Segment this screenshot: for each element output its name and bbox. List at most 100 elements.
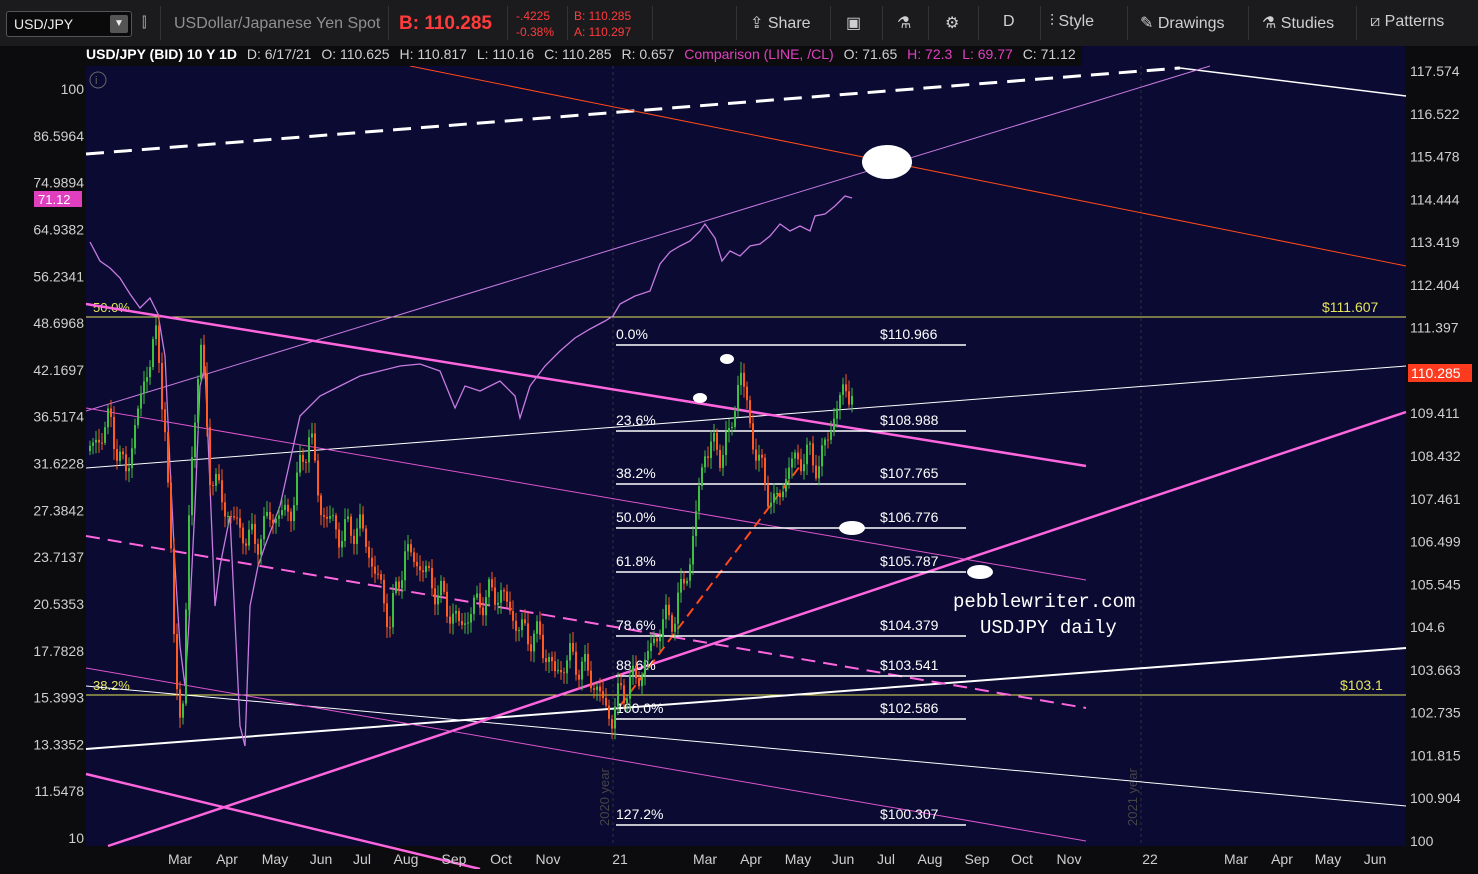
chart-title: USD/JPY (BID) 10 Y 1D <box>86 46 237 62</box>
cmp-close: C: 71.12 <box>1022 46 1076 62</box>
change-values: -.4225 -0.38% <box>516 8 554 40</box>
candle-body <box>461 621 463 625</box>
candle-body <box>293 505 295 522</box>
symbol-description: USDollar/Japanese Yen Spot <box>174 15 381 32</box>
candle-body <box>470 614 472 623</box>
candle-body <box>491 579 493 588</box>
candle-body <box>707 456 709 458</box>
x-axis-tick: Aug <box>394 851 419 867</box>
candle-body <box>158 325 160 364</box>
ask-small: A: 110.297 <box>574 25 632 39</box>
drawings-button[interactable]: ✎ Drawings <box>1140 13 1225 33</box>
candle-body <box>761 454 763 458</box>
candle-body <box>431 567 433 589</box>
timeframe-button[interactable]: D <box>1003 13 1015 31</box>
toolbar: USD/JPY ▼ ⫿ USDollar/Japanese Yen Spot B… <box>0 0 1478 47</box>
candle-body <box>371 557 373 567</box>
x-axis-tick: Mar <box>168 851 192 867</box>
link-icon[interactable]: ⫿ <box>142 14 146 31</box>
pencil-icon: ✎ <box>1140 15 1154 32</box>
candle-body <box>230 516 232 518</box>
candle-body <box>710 441 712 458</box>
x-axis-tick: Aug <box>918 851 943 867</box>
candle-body <box>782 491 784 498</box>
header-low: L: 110.16 <box>476 46 535 62</box>
divider <box>567 6 568 40</box>
candle-body <box>821 445 823 467</box>
candle-body <box>407 544 409 552</box>
candle-body <box>266 512 268 517</box>
candle-body <box>311 433 313 438</box>
candle-body <box>206 373 208 428</box>
candle-body <box>548 657 550 663</box>
left-axis-tick: 36.5174 <box>33 409 84 425</box>
studies-button[interactable]: ⚗ Studies <box>1262 13 1334 33</box>
left-axis-tick: 42.1697 <box>33 362 84 378</box>
fib-level-price: $108.988 <box>880 412 939 428</box>
divider <box>507 6 508 40</box>
bid-price: B: 110.285 <box>399 13 492 34</box>
candle-body <box>653 638 655 644</box>
candle-body <box>329 516 331 519</box>
candle-body <box>263 516 265 540</box>
x-axis-tick: Oct <box>1011 851 1033 867</box>
fib-level-price: $105.787 <box>880 553 939 569</box>
candle-body <box>758 454 760 461</box>
candle-body <box>767 484 769 507</box>
gear-icon[interactable]: ⚙ <box>945 13 959 33</box>
right-axis-tick: 105.545 <box>1410 576 1461 592</box>
x-axis-tick: 22 <box>1142 851 1158 867</box>
candle-body <box>512 611 514 621</box>
candle-body <box>830 431 832 440</box>
candle-body <box>815 465 817 479</box>
right-axis-tick: 106.499 <box>1410 534 1461 550</box>
candle-body <box>392 593 394 628</box>
candle-body <box>701 467 703 487</box>
candle-body <box>620 683 622 686</box>
symbol-selector[interactable]: USD/JPY ▼ <box>6 11 132 37</box>
share-button[interactable]: ⇪ Share <box>750 13 811 33</box>
chart-settings-icon[interactable]: ▣ <box>846 13 861 33</box>
candle-body <box>116 449 118 461</box>
right-axis-tick: 101.815 <box>1410 747 1461 763</box>
header-range: R: 0.657 <box>621 46 675 62</box>
chart-area[interactable]: 2020 year 2021 year 50.0% $111.607 38.2%… <box>0 46 1478 874</box>
patterns-label: Patterns <box>1384 13 1445 30</box>
level-lower-left-label: 38.2% <box>93 678 130 693</box>
left-axis-tick: 48.6968 <box>33 315 84 331</box>
patterns-button[interactable]: ⧄ Patterns <box>1370 13 1444 31</box>
candle-body <box>734 411 736 427</box>
candle-body <box>137 408 139 426</box>
price-chart[interactable]: 2020 year 2021 year 50.0% $111.607 38.2%… <box>0 46 1478 871</box>
candle-body <box>668 604 670 616</box>
style-button[interactable]: ⫶ Style <box>1050 13 1094 31</box>
candle-body <box>224 502 226 517</box>
candle-body <box>161 363 163 410</box>
chevron-down-icon[interactable]: ▼ <box>110 15 128 33</box>
x-axis-tick: May <box>1315 851 1341 867</box>
fib-level-price: $107.765 <box>880 465 939 481</box>
candle-body <box>233 516 235 518</box>
flask-icon[interactable]: ⚗ <box>897 13 911 33</box>
candle-body <box>458 611 460 622</box>
comparison-value-text: 71.12 <box>38 192 71 207</box>
candle-body <box>581 661 583 680</box>
candle-body <box>722 455 724 468</box>
candle-body <box>800 459 802 472</box>
fib-level-pct: 61.8% <box>616 553 656 569</box>
candle-body <box>284 504 286 511</box>
candle-body <box>338 529 340 548</box>
candle-body <box>626 698 628 704</box>
candle-body <box>737 385 739 412</box>
x-axis-tick: Nov <box>1057 851 1082 867</box>
style-label: Style <box>1058 13 1095 30</box>
candle-body <box>494 587 496 605</box>
candle-body <box>539 621 541 635</box>
candles-icon: ⫶ <box>1050 13 1055 30</box>
candle-body <box>221 480 223 503</box>
fib-level-pct: 50.0% <box>616 509 656 525</box>
candle-body <box>416 561 418 567</box>
candle-body <box>119 451 121 461</box>
candle-body <box>176 634 178 690</box>
candle-body <box>440 580 442 596</box>
